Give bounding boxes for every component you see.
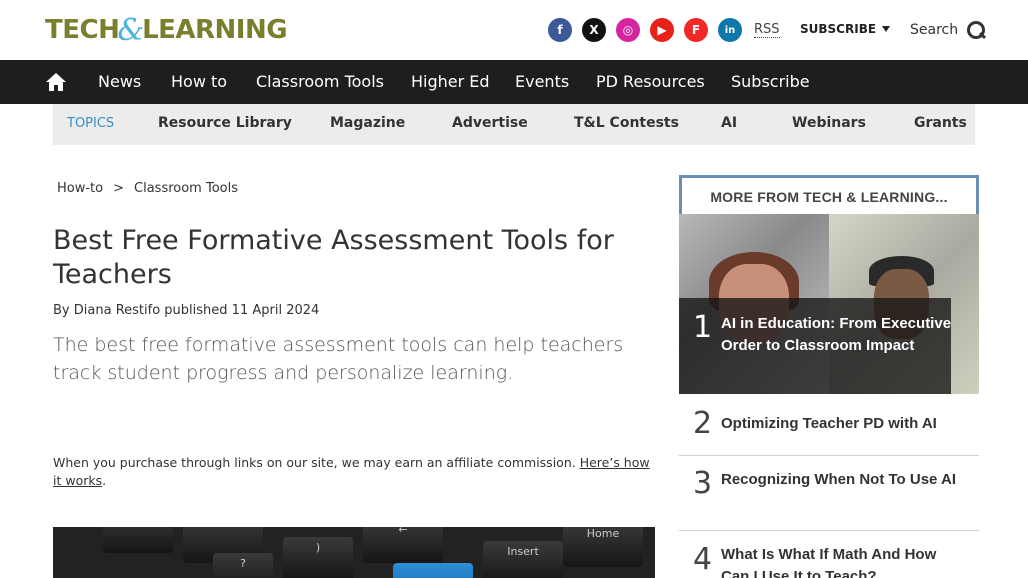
breadcrumb-classroom-tools[interactable]: Classroom Tools [134,181,238,196]
site-header: TECH & LEARNING f X ◎ ▶ F in RSS SUBSCRI… [0,0,1028,60]
nav-item-classroom-tools[interactable]: Classroom Tools [256,72,384,91]
byline-prefix: By [53,303,70,318]
keyboard-key: Insert [483,541,563,578]
topic-advertise[interactable]: Advertise [452,115,528,131]
nav-item-news[interactable]: News [98,72,141,91]
social-links: f X ◎ ▶ F in RSS [548,18,780,42]
logo-ampersand: & [117,12,145,48]
article-title: Best Free Formative Assessment Tools for… [53,225,614,290]
affiliate-disclaimer: When you purchase through links on our s… [53,454,653,490]
nav-item-how-to[interactable]: How to [171,72,227,91]
search-icon [966,20,986,40]
story-rank: 4 [693,542,713,577]
list-item[interactable]: 4 What Is What If Math And How Can I Use… [679,531,979,578]
byline: By Diana Restifo published 11 April 2024 [53,303,319,318]
topic-ai[interactable]: AI [721,115,737,131]
logo-text-tech: TECH [45,15,120,45]
logo-text-learning: LEARNING [142,15,288,45]
keyboard-key: ) [283,537,353,578]
more-from-title: MORE FROM TECH & LEARNING... [710,189,948,205]
hero-image-keyboard: F9 ? ) ← Insert Home [53,527,655,578]
nav-item-pd-resources[interactable]: PD Resources [596,72,705,91]
keyboard-key: Home [563,527,643,567]
nav-item-higher-ed[interactable]: Higher Ed [411,72,490,91]
list-item[interactable]: 3 Recognizing When Not To Use AI [679,456,979,531]
keyboard-key-blue [393,563,473,578]
site-logo[interactable]: TECH & LEARNING [45,12,288,48]
search-button[interactable]: Search [910,20,986,40]
featured-story-1[interactable]: 1 AI in Education: From Executive Order … [679,214,979,394]
breadcrumb-how-to[interactable]: How-to [57,181,103,196]
topic-magazine[interactable]: Magazine [330,115,405,131]
story-rank: 1 [693,310,713,345]
story-title[interactable]: Recognizing When Not To Use AI [721,469,961,491]
facebook-icon[interactable]: f [548,18,572,42]
breadcrumb: How-to > Classroom Tools [57,181,238,196]
topics-label: TOPICS [67,116,115,131]
linkedin-icon[interactable]: in [718,18,742,42]
instagram-icon[interactable]: ◎ [616,18,640,42]
caret-down-icon [882,26,891,32]
rss-link[interactable]: RSS [754,22,780,38]
story-title[interactable]: Optimizing Teacher PD with AI [721,413,961,435]
breadcrumb-separator: > [113,181,125,196]
home-icon[interactable] [46,73,66,91]
nav-item-subscribe[interactable]: Subscribe [731,72,810,91]
youtube-icon[interactable]: ▶ [650,18,674,42]
keyboard-key: ← [363,527,443,563]
list-item[interactable]: 2 Optimizing Teacher PD with AI [679,394,979,456]
subscribe-dropdown[interactable]: SUBSCRIBE [800,22,891,36]
x-icon[interactable]: X [582,18,606,42]
topics-bar: TOPICS Resource Library Magazine Adverti… [53,104,975,145]
flipboard-icon[interactable]: F [684,18,708,42]
topic-webinars[interactable]: Webinars [792,115,866,131]
story-title[interactable]: AI in Education: From Executive Order to… [721,313,956,357]
publish-date: 11 April 2024 [231,303,320,318]
published-label: published [164,303,228,318]
affiliate-period: . [102,473,107,488]
nav-item-events[interactable]: Events [515,72,569,91]
subscribe-label: SUBSCRIBE [800,22,877,36]
more-from-header: MORE FROM TECH & LEARNING... [679,175,979,215]
topic-tl-contests[interactable]: T&L Contests [574,115,679,131]
topic-grants[interactable]: Grants [914,115,967,131]
story-rank: 3 [693,466,713,501]
search-label: Search [910,22,959,38]
affiliate-text: When you purchase through links on our s… [53,455,576,470]
article-strapline: The best free formative assessment tools… [53,334,624,384]
keyboard-key: F9 [103,527,173,553]
author-link[interactable]: Diana Restifo [74,303,160,318]
story-title[interactable]: What Is What If Math And How Can I Use I… [721,544,961,578]
keyboard-key: ? [213,553,273,578]
main-nav: News How to Classroom Tools Higher Ed Ev… [0,60,1028,104]
topic-resource-library[interactable]: Resource Library [158,115,292,131]
story-rank: 2 [693,406,713,441]
